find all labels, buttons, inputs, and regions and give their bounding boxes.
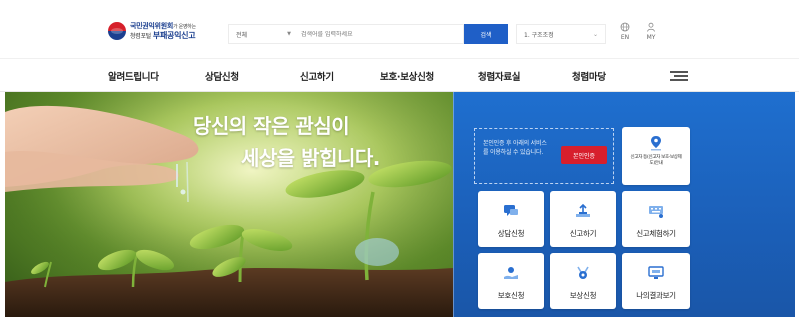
nav-item-consultation[interactable]: 상담신청: [205, 69, 239, 83]
logo-text: 국민권익위원회가 운영하는 청렴포털 부패공익신고: [130, 21, 196, 40]
main-nav: 알려드립니다 상담신청 신고하기 보호·보상신청 청렴자료실 청렴마당: [0, 58, 799, 92]
reporter-guide-label: 신고자 등(신고자 보호·보상제도)안내: [630, 155, 682, 166]
my-results-label: 나의결과보기: [636, 291, 676, 300]
nav-item-protection[interactable]: 보호·보상신청: [380, 69, 434, 83]
hand-shield-icon: [504, 267, 518, 279]
report-experience-label: 신고체험하기: [636, 229, 676, 238]
nav-item-report[interactable]: 신고하기: [300, 69, 334, 83]
report-experience-card[interactable]: 신고체험하기: [622, 191, 690, 247]
keyboard-icon: [649, 206, 663, 218]
chat-bubble-icon: [504, 205, 518, 216]
identity-verification-button[interactable]: 본인인증: [561, 146, 607, 164]
report-label: 신고하기: [569, 229, 597, 238]
my-results-card[interactable]: 나의결과보기: [622, 253, 690, 309]
search-input[interactable]: [297, 30, 457, 38]
topic-select-value: 1. 구조조정: [524, 31, 554, 39]
hero-slogan-line1: 당신의 작은 관심이: [193, 114, 350, 138]
user-icon: [647, 22, 655, 32]
search-category-select[interactable]: 전체 ▼: [229, 30, 297, 39]
consultation-card[interactable]: 상담신청: [478, 191, 544, 247]
page: 국민권익위원회가 운영하는 청렴포털부패공익신고 전체 ▼ 검색 1. 구조조정…: [0, 0, 799, 322]
hero-slogan-line2: 세상을 밝힙니다.: [241, 146, 380, 170]
compensation-request-label: 보상신청: [569, 291, 597, 300]
nav-item-community[interactable]: 청렴마당: [572, 69, 606, 83]
panel-divider: [453, 92, 454, 317]
logo-org-name: 국민권익위원회: [130, 21, 173, 30]
language-english-link[interactable]: EN: [620, 22, 630, 41]
my-page-link[interactable]: MY: [646, 22, 656, 41]
topic-select[interactable]: 1. 구조조정 ⌄: [516, 24, 606, 44]
consultation-label: 상담신청: [497, 229, 525, 238]
my-page-label: MY: [646, 34, 656, 41]
logo-service-name: 부패공익신고: [152, 30, 196, 40]
search-button[interactable]: 검색: [464, 24, 508, 44]
nav-item-notice[interactable]: 알려드립니다: [108, 69, 159, 83]
identity-verification-text: 본인인증 후 아래의 서비스를 이용하실 수 있습니다.: [483, 140, 547, 156]
compensation-request-card[interactable]: 보상신청: [550, 253, 616, 309]
top-bar: 국민권익위원회가 운영하는 청렴포털부패공익신고 전체 ▼ 검색 1. 구조조정…: [0, 0, 799, 58]
location-pin-icon: [651, 136, 661, 151]
nav-item-resources[interactable]: 청렴자료실: [478, 69, 521, 83]
chevron-down-icon: ▼: [287, 31, 291, 37]
site-logo[interactable]: 국민권익위원회가 운영하는 청렴포털 부패공익신고: [108, 18, 218, 44]
hero-image: 당신의 작은 관심이 세상을 밝힙니다.: [5, 92, 453, 317]
language-english-label: EN: [620, 34, 630, 41]
search-bar: 전체 ▼: [228, 24, 464, 44]
report-card[interactable]: 신고하기: [550, 191, 616, 247]
chevron-down-icon: ⌄: [592, 30, 598, 38]
search-category-value: 전체: [236, 31, 248, 39]
protection-request-label: 보호신청: [497, 291, 525, 300]
report-upload-icon: [576, 203, 590, 217]
monitor-icon: [648, 266, 664, 279]
menu-icon[interactable]: [670, 71, 688, 81]
globe-icon: [620, 22, 630, 32]
logo-org-tail: 가 운영하는: [172, 23, 196, 30]
identity-verification-box: 본인인증 후 아래의 서비스를 이용하실 수 있습니다. 본인인증: [474, 128, 614, 184]
medal-icon: [577, 266, 589, 279]
reporter-guide-card[interactable]: 신고자 등(신고자 보호·보상제도)안내: [622, 127, 690, 185]
government-emblem-icon: [108, 22, 126, 40]
logo-portal-name: 청렴포털: [130, 32, 151, 40]
protection-request-card[interactable]: 보호신청: [478, 253, 544, 309]
